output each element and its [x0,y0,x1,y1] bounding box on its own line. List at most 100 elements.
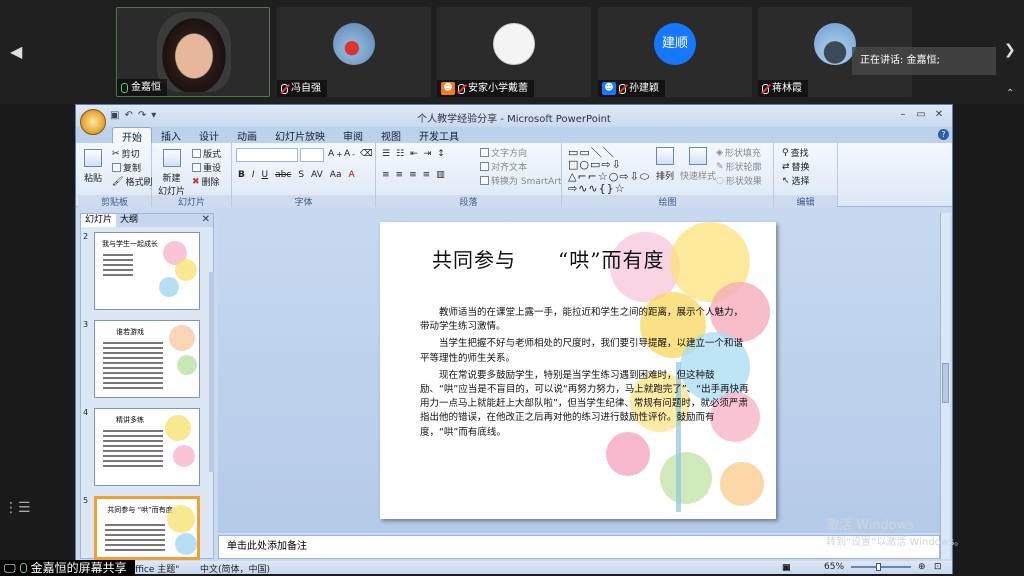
indent-inc-icon[interactable]: ⇥ [424,149,432,159]
slide-paragraph: 教师适当的在课堂上露一手，能拉近和学生之间的距离，展示个人魅力，带动学生练习激情… [420,307,744,333]
menu-icon[interactable]: ⋮☰ [4,500,31,516]
powerpoint-window: ▣ ↶ ↷ ▾ 个人教学经验分享 - Microsoft PowerPoint … [75,104,953,575]
participant-video [157,12,231,92]
tab-outline[interactable]: 大纲 [116,214,142,227]
underline-button[interactable]: U [262,170,269,180]
tab-animations[interactable]: 动画 [228,127,266,143]
screen-share-label: 🖵 金嘉恒的屏幕共享 [0,560,135,576]
participant-tile-1[interactable]: 金嘉恒 [116,7,270,97]
reset-icon [192,163,201,172]
current-slide[interactable]: 共同参与 “哄”而有度 教师适当的在课堂上露一手，能拉近和学生之间的距离，展示个… [380,222,776,519]
scrollbar-thumb[interactable] [942,363,949,403]
slide-thumbnail-5[interactable]: 共同参与 “哄”而有度 [94,496,200,560]
chevron-right-icon[interactable]: ❯ [1004,42,1016,58]
format-painter-button[interactable]: 🖌 格式刷 [112,175,152,189]
maximize-icon[interactable]: ▭ [912,108,930,122]
grow-font-button[interactable]: A + [328,149,342,159]
slideshow-view-icon[interactable]: ▣ [782,563,791,573]
zoom-in-icon[interactable]: ⊕ [918,562,926,572]
justify-icon[interactable]: ≡ [423,170,431,180]
quick-styles-button[interactable]: 快速样式 [680,147,716,182]
slide-thumbnail-3[interactable]: 谁若游戏 [94,320,200,398]
minimize-icon[interactable]: – [894,108,912,122]
zoom-level[interactable]: 65% [824,562,844,572]
clear-format-icon[interactable]: ⌫ [360,149,373,159]
editor-scrollbar[interactable] [940,213,950,559]
tab-review[interactable]: 审阅 [334,127,372,143]
avatar: 建顺 [654,23,696,65]
speaking-indicator: 正在讲话: 金嘉恒; [852,47,996,75]
tab-design[interactable]: 设计 [190,127,228,143]
tab-developer[interactable]: 开发工具 [410,127,468,143]
font-size-select[interactable] [300,148,324,162]
shape-fill-button[interactable]: ◈ 形状填充 [716,146,761,160]
delete-slide-button[interactable]: ✖ 删除 [192,175,220,189]
close-icon[interactable]: ✕ [930,108,948,122]
tab-insert[interactable]: 插入 [152,127,190,143]
close-pane-icon[interactable]: ✕ [202,214,210,225]
find-button[interactable]: ⚲ 查找 [782,146,809,160]
bold-button[interactable]: B [238,170,245,180]
font-color-button[interactable]: A [348,170,354,180]
chevron-left-icon[interactable]: ◀ [10,42,22,61]
align-center-icon[interactable]: ≡ [396,170,404,180]
strike-button[interactable]: abc [275,170,291,180]
slide-title[interactable]: 共同参与 “哄”而有度 [432,244,664,273]
slide-editor: 共同参与 “哄”而有度 教师适当的在课堂上露一手，能拉近和学生之间的距离，展示个… [218,213,950,533]
columns-icon[interactable]: ▥ [436,170,445,180]
tab-home[interactable]: 开始 [112,127,152,144]
thumbnail-title: 我与学生一起成长 [102,240,158,248]
mic-on-icon [19,563,27,573]
tab-slideshow[interactable]: 幻灯片放映 [266,127,334,143]
line-spacing-icon[interactable]: ↕ [437,149,445,159]
case-button[interactable]: Aa [330,170,342,180]
italic-button[interactable]: I [252,170,255,180]
smartart-button[interactable]: 转换为 SmartArt [480,174,561,187]
help-icon[interactable]: ? [938,129,949,140]
bullets-icon[interactable]: ☰ [382,149,390,159]
shape-effects-button[interactable]: ◌ 形状效果 [716,174,762,188]
slide-body[interactable]: 教师适当的在课堂上露一手，能拉近和学生之间的距离，展示个人魅力，带动学生练习激情… [420,306,750,440]
thumbnail-scrollbar[interactable] [209,272,214,472]
zoom-slider-knob[interactable] [876,563,881,571]
select-button[interactable]: ↖ 选择 [782,174,810,188]
office-button[interactable] [80,109,106,135]
font-family-select[interactable] [236,148,298,162]
cut-button[interactable]: ✂ 剪切 [112,147,140,161]
zoom-slider[interactable] [851,566,911,568]
shape-outline-button[interactable]: ✎ 形状轮廓 [716,160,762,174]
participant-tile-4[interactable]: 建顺 ☻ 孙建颖 [598,7,752,97]
slide-thumbnail-4[interactable]: 精讲多练 [94,408,200,486]
tab-view[interactable]: 视图 [372,127,410,143]
shadow-button[interactable]: S [298,170,304,180]
participant-tile-2[interactable]: 冯自强 [277,7,431,97]
group-label: 段落 [376,195,561,208]
shrink-font-button[interactable]: A- [344,149,355,159]
collapse-icon[interactable]: ⌃ [1006,88,1014,99]
group-label: 幻灯片 [152,195,231,208]
numbering-icon[interactable]: ☷ [396,149,404,159]
tab-slides[interactable]: 幻灯片 [81,214,117,227]
replace-button[interactable]: ⇄ 替换 [782,160,810,174]
copy-button[interactable]: 复制 [112,161,141,174]
arrange-button[interactable]: 排列 [656,147,674,182]
slide-thumbnail-2[interactable]: 我与学生一起成长 [94,232,200,310]
indent-dec-icon[interactable]: ⇤ [410,149,418,159]
clipboard-group: 粘贴 ✂ 剪切 复制 🖌 格式刷 剪贴板 [78,143,152,208]
paste-button[interactable]: 粘贴 [84,149,102,184]
align-right-icon[interactable]: ≡ [409,170,417,180]
paste-icon [84,149,102,167]
shapes-gallery[interactable]: ▭▭＼＼□○▭⇨⇩ △⌐⌐☆○⇨⇩⬭ ⇨∿∿{}☆ [568,147,649,195]
text-direction-button[interactable]: 文字方向 [480,146,527,159]
fit-slide-icon[interactable]: ⊡ [934,562,942,572]
group-label: 字体 [232,195,375,208]
new-slide-button[interactable]: 新建 幻灯片 [158,149,185,197]
align-text-button[interactable]: 对齐文本 [480,160,527,173]
user-badge-icon: ☻ [441,82,455,95]
reset-button[interactable]: 重设 [192,161,221,174]
participant-tile-3[interactable]: ☻ 安家小学戴蕾 [437,7,591,97]
slide-paragraph: 当学生把握不好与老师相处的尺度时，我们要引导提醒，以建立一个和谐平等理性的师生关… [420,338,744,364]
align-left-icon[interactable]: ≡ [382,170,390,180]
layout-button[interactable]: 版式 [192,147,221,160]
spacing-button[interactable]: AV [311,170,323,180]
